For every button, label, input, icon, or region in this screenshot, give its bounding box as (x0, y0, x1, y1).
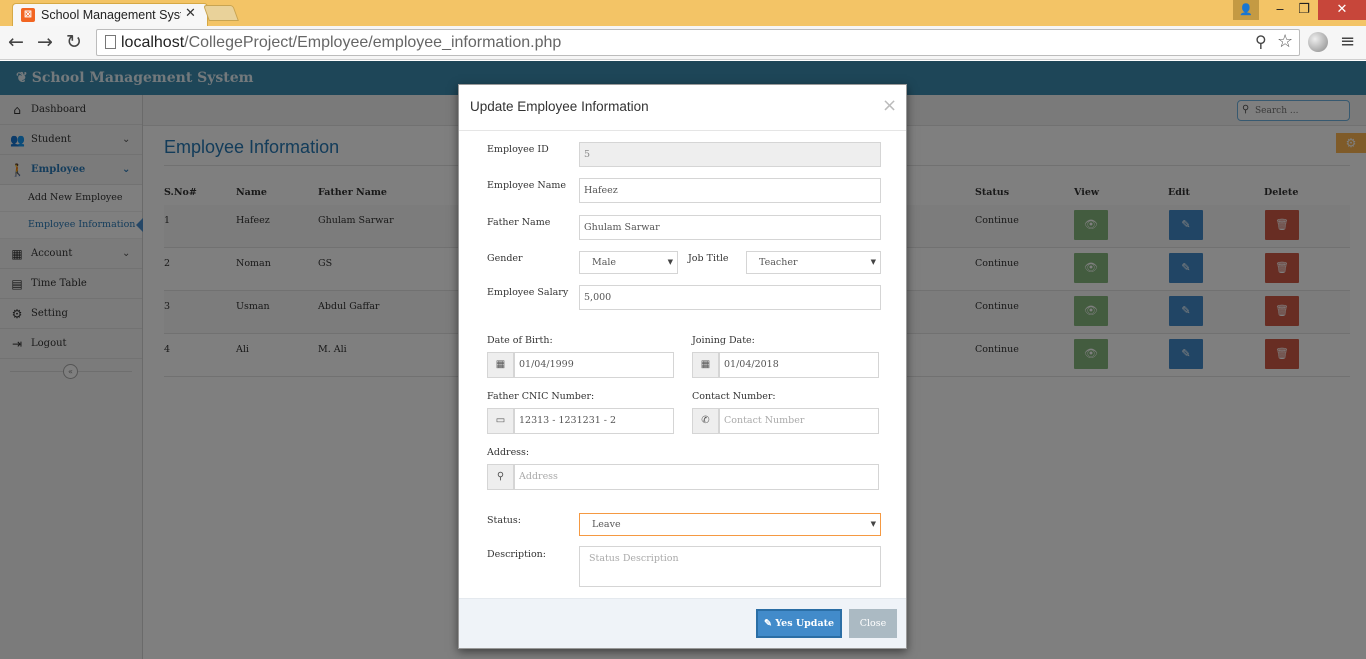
caret-down-icon: ▼ (870, 258, 876, 266)
calendar-icon: ▦ (692, 352, 719, 378)
url-text: localhost/CollegeProject/Employee/employ… (121, 34, 562, 51)
window-close-icon[interactable]: ✕ (1318, 0, 1366, 20)
gender-label: Gender (487, 253, 523, 264)
phone-icon: ✆ (692, 408, 719, 434)
zoom-icon[interactable]: ⚲ (1255, 32, 1267, 52)
back-arrow-icon[interactable]: ← (4, 30, 28, 54)
contact-field[interactable]: Contact Number (719, 408, 879, 434)
caret-down-icon: ▼ (870, 520, 876, 528)
gender-value: Male (592, 257, 617, 268)
page-icon (105, 35, 116, 49)
joining-date-field[interactable]: 01/04/2018 (719, 352, 879, 378)
dob-field[interactable]: 01/04/1999 (514, 352, 674, 378)
employee-name-label: Employee Name (487, 180, 567, 191)
employee-id-label: Employee ID (487, 144, 549, 155)
status-select[interactable]: Leave ▼ (579, 513, 881, 536)
description-textarea[interactable]: Status Description (579, 546, 881, 587)
browser-tab[interactable]: ⊠ School Management Syste ✕ (12, 3, 208, 26)
cnic-label: Father CNIC Number: (487, 391, 595, 402)
id-card-icon: ▭ (487, 408, 514, 434)
employee-id-field: 5 (579, 142, 881, 167)
forward-arrow-icon[interactable]: → (33, 30, 57, 54)
user-profile-icon[interactable]: 👤 (1233, 0, 1259, 20)
address-label: Address: (487, 447, 530, 458)
cnic-field[interactable]: 12313 - 1231231 - 2 (514, 408, 674, 434)
edit-icon: ✎ (763, 618, 776, 629)
employee-name-field[interactable]: Hafeez (579, 178, 881, 203)
extension-icon[interactable] (1308, 32, 1328, 52)
gender-select[interactable]: Male ▼ (579, 251, 678, 274)
job-title-value: Teacher (759, 257, 798, 268)
tab-title: School Management Syste (41, 8, 181, 22)
browser-toolbar: ← → ↻ localhost/CollegeProject/Employee/… (0, 26, 1366, 60)
joining-date-label: Joining Date: (692, 335, 755, 346)
calendar-icon: ▦ (487, 352, 514, 378)
bookmark-star-icon[interactable]: ☆ (1277, 31, 1293, 53)
reload-icon[interactable]: ↻ (62, 30, 86, 54)
modal-header: Update Employee Information × (459, 85, 906, 131)
contact-label: Contact Number: (692, 391, 776, 402)
father-name-label: Father Name (487, 217, 551, 228)
job-title-label: Job Title (688, 253, 729, 264)
modal-footer: ✎ Yes Update Close (459, 598, 906, 648)
restore-icon[interactable]: ❐ (1290, 0, 1318, 20)
caret-down-icon: ▼ (667, 258, 673, 266)
salary-label: Employee Salary (487, 287, 569, 298)
dob-label: Date of Birth: (487, 335, 553, 346)
modal-title: Update Employee Information (470, 99, 649, 114)
status-label: Status: (487, 515, 522, 526)
update-employee-modal: Update Employee Information × Employee I… (458, 84, 907, 649)
salary-field[interactable]: 5,000 (579, 285, 881, 310)
job-title-select[interactable]: Teacher ▼ (746, 251, 881, 274)
browser-titlebar: ⊠ School Management Syste ✕ 👤 ‒ ❐ ✕ (0, 0, 1366, 26)
description-label: Description: (487, 549, 546, 560)
tab-close-icon[interactable]: ✕ (185, 6, 196, 22)
father-name-field[interactable]: Ghulam Sarwar (579, 215, 881, 240)
new-tab-button[interactable] (203, 5, 239, 21)
modal-close-icon[interactable]: × (882, 95, 897, 117)
status-value: Leave (592, 519, 621, 530)
xampp-icon: ⊠ (21, 8, 35, 22)
browser-menu-icon[interactable]: ≡ (1340, 30, 1355, 54)
address-field[interactable]: Address (514, 464, 879, 490)
address-bar[interactable]: localhost/CollegeProject/Employee/employ… (96, 29, 1300, 56)
map-marker-icon: ⚲ (487, 464, 514, 490)
close-button[interactable]: Close (849, 609, 897, 638)
update-button-label: Yes Update (775, 618, 835, 629)
yes-update-button[interactable]: ✎ Yes Update (756, 609, 842, 638)
